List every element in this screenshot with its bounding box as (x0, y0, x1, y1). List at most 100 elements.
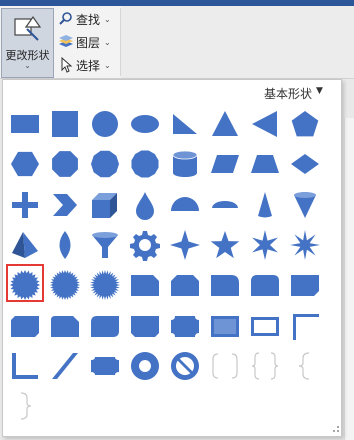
shape-option-bevel-rect[interactable] (207, 308, 243, 344)
shape-option-teardrop[interactable] (127, 187, 163, 223)
shape-option-octagon[interactable] (47, 146, 83, 182)
cylinder-icon (172, 150, 198, 178)
no-symbol-icon (170, 351, 199, 380)
shape-gallery-panel: 基本形状 ▼ (2, 79, 342, 437)
shape-option-diagonal-stripe[interactable] (47, 348, 83, 384)
shape-option-plaque[interactable] (167, 308, 203, 344)
diamond-icon (291, 154, 319, 175)
funnel-icon (92, 231, 118, 258)
teardrop-icon (136, 191, 154, 220)
seal-point-starburst-icon (90, 270, 120, 301)
shape-option-folded-rect[interactable] (287, 267, 323, 303)
shape-option-snip-round-rect[interactable] (47, 308, 83, 344)
shape-option-left-triangle[interactable] (247, 106, 283, 142)
layer-label: 图层 (76, 35, 101, 50)
shape-option-left-brace[interactable] (287, 348, 323, 384)
shape-option-star-4[interactable] (167, 227, 203, 263)
half-circle-icon (171, 196, 199, 211)
shape-option-frame[interactable] (247, 308, 283, 344)
ribbon-empty-area (121, 6, 354, 78)
shape-option-square[interactable] (47, 106, 83, 142)
shape-option-l-shape[interactable] (7, 348, 43, 384)
shape-option-parallelogram[interactable] (207, 146, 243, 182)
change-shape-button[interactable]: 更改形状 ⌄ (1, 8, 54, 78)
shape-option-round-same-side-rect[interactable] (247, 267, 283, 303)
shape-option-snip-side-rect[interactable] (127, 308, 163, 344)
shape-option-chord[interactable] (207, 187, 243, 223)
seal-32-point-icon (50, 270, 80, 301)
shape-category-title[interactable]: 基本形状 (264, 85, 312, 102)
chevron-icon (53, 193, 77, 216)
shape-option-star-8[interactable] (287, 227, 323, 263)
shape-option-isosceles-triangle[interactable] (207, 106, 243, 142)
shape-option-diamond[interactable] (287, 146, 323, 182)
find-button[interactable]: 查找 ⌄ (58, 9, 111, 29)
chevron-down-icon: ⌄ (104, 37, 111, 47)
shape-option-hexagon[interactable] (7, 146, 43, 182)
shape-option-donut[interactable] (127, 348, 163, 384)
shape-option-pentagon[interactable] (287, 106, 323, 142)
hexagon-icon (11, 152, 39, 177)
shape-option-decagon[interactable] (87, 146, 123, 182)
plus-icon (12, 191, 38, 218)
shape-option-inverted-cone[interactable] (287, 187, 323, 223)
shape-option-seal-24-point[interactable] (7, 267, 43, 303)
half-frame-icon (293, 313, 319, 340)
shape-option-cylinder[interactable] (167, 146, 203, 182)
shape-option-snip-same-side-rect[interactable] (167, 267, 203, 303)
shape-option-star-6[interactable] (247, 227, 283, 263)
shape-option-half-circle[interactable] (167, 187, 203, 223)
shape-option-snip-diagonal-rect[interactable] (7, 308, 43, 344)
shape-option-lens[interactable] (47, 227, 83, 263)
layer-button[interactable]: 图层 ⌄ (58, 32, 111, 52)
shape-option-funnel[interactable] (87, 227, 123, 263)
parallelogram-icon (211, 155, 239, 174)
bevel-rect-icon (211, 315, 239, 337)
octagon-icon (52, 151, 78, 178)
shape-option-plus[interactable] (7, 187, 43, 223)
shape-option-half-frame[interactable] (287, 308, 323, 344)
folded-rect-icon (291, 275, 319, 297)
gear-icon (130, 230, 160, 261)
shape-option-chevron[interactable] (47, 187, 83, 223)
shape-option-round-one-corner-rect[interactable] (207, 267, 243, 303)
shape-option-pyramid[interactable] (7, 227, 43, 263)
snip-same-side-rect-icon (171, 275, 199, 297)
star-8-icon (290, 229, 320, 260)
select-button[interactable]: 选择 ⌄ (58, 55, 111, 75)
shape-option-plaque-rounded[interactable] (87, 348, 123, 384)
shape-option-circle[interactable] (87, 106, 123, 142)
frame-icon (251, 316, 279, 336)
left-triangle-icon (252, 111, 277, 137)
shape-option-round-diagonal-rect[interactable] (87, 308, 123, 344)
shape-option-trapezoid[interactable] (247, 146, 283, 182)
shape-option-no-symbol[interactable] (167, 348, 203, 384)
snip-side-rect-icon (131, 315, 159, 337)
shape-option-right-triangle[interactable] (167, 106, 203, 142)
plaque-rounded-icon (91, 356, 119, 375)
shape-option-double-bracket[interactable] (207, 348, 243, 384)
shape-option-snip-corner-rect[interactable] (127, 267, 163, 303)
category-dropdown-caret[interactable]: ▼ (316, 86, 323, 96)
shape-option-star-5[interactable] (207, 227, 243, 263)
shape-option-seal-point-starburst[interactable] (87, 267, 123, 303)
chevron-down-icon: ⌄ (24, 61, 31, 70)
shape-option-right-brace[interactable] (7, 388, 43, 424)
shape-option-seal-32-point[interactable] (47, 267, 83, 303)
resize-grip-icon[interactable] (330, 423, 340, 433)
shape-option-gear[interactable] (127, 227, 163, 263)
chevron-down-icon: ⌄ (104, 14, 111, 24)
star-6-icon (252, 229, 278, 260)
round-same-side-rect-icon (251, 275, 279, 297)
select-label: 选择 (76, 58, 101, 73)
shape-option-ellipse[interactable] (127, 106, 163, 142)
shape-option-cube[interactable] (87, 187, 123, 223)
chord-icon (212, 200, 238, 208)
shape-option-dodecagon[interactable] (127, 146, 163, 182)
shape-option-rectangle[interactable] (7, 106, 43, 142)
right-triangle-icon (173, 114, 197, 134)
shape-option-double-brace[interactable] (247, 348, 283, 384)
isosceles-triangle-icon (212, 111, 238, 136)
shape-option-tall-triangle[interactable] (247, 187, 283, 223)
pyramid-icon (12, 231, 38, 258)
